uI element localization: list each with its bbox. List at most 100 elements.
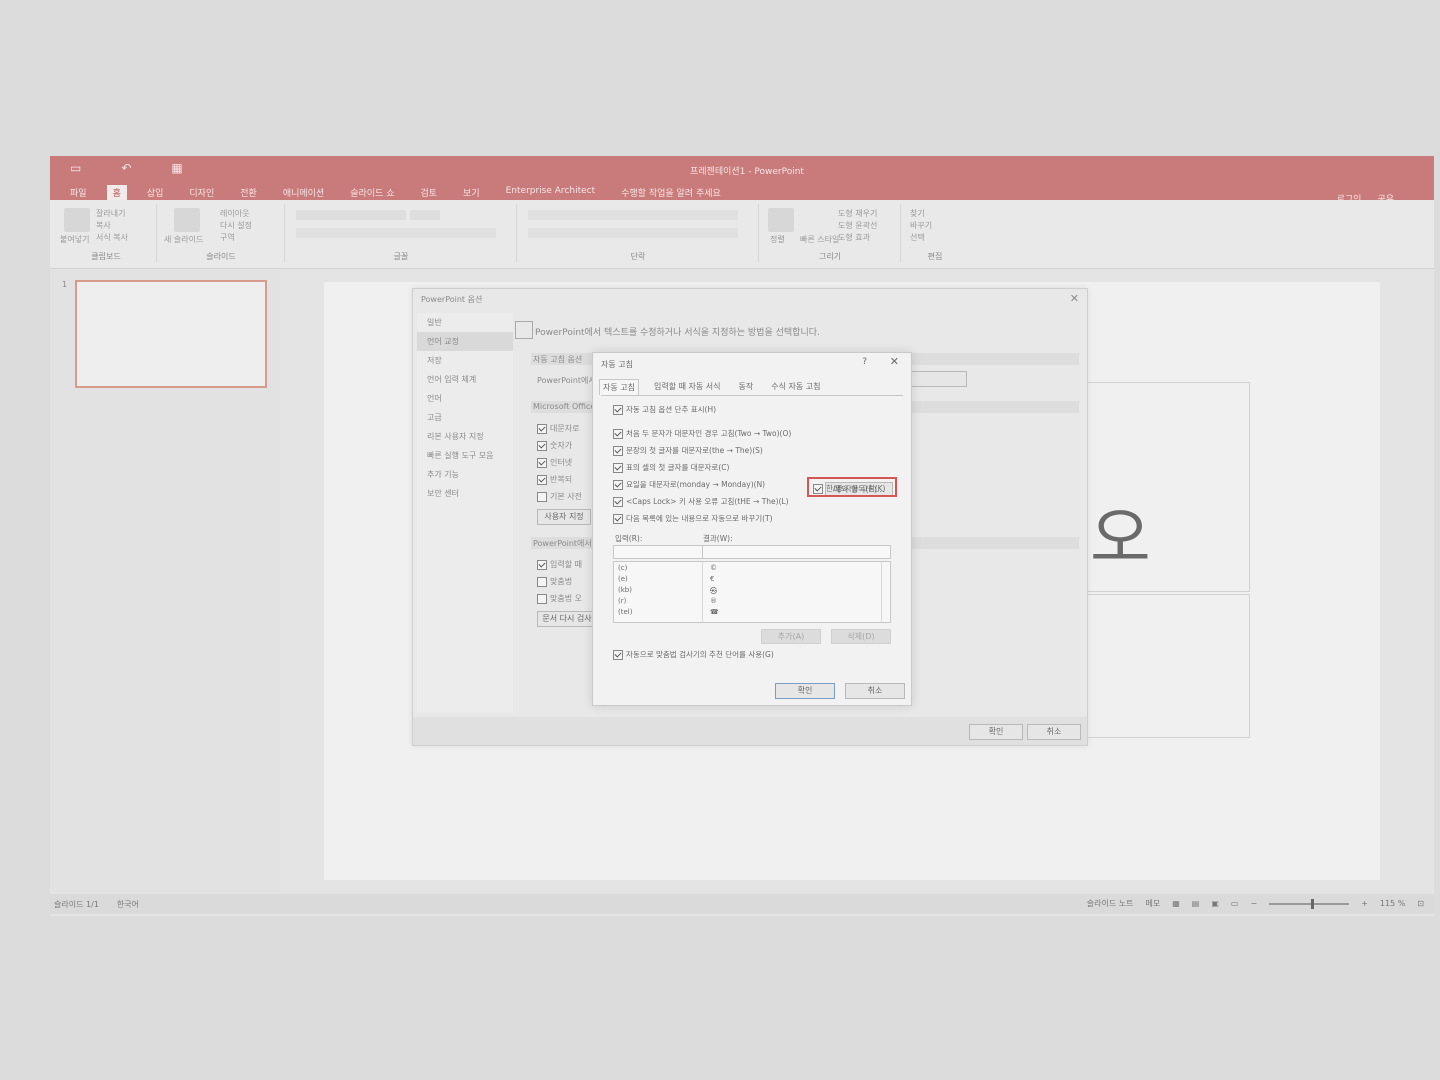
- checkbox[interactable]: [537, 440, 547, 451]
- paste-icon[interactable]: [64, 208, 90, 232]
- checkbox[interactable]: [613, 463, 623, 473]
- slide-thumbnail[interactable]: [75, 280, 267, 388]
- nav-save[interactable]: 저장: [417, 351, 513, 370]
- zoom-slider[interactable]: [1269, 898, 1350, 909]
- cut-button[interactable]: 잘라내기: [96, 208, 125, 219]
- help-icon[interactable]: ?: [862, 357, 867, 367]
- checkbox[interactable]: [613, 429, 623, 439]
- tab-autoformat-as-you-type[interactable]: 입력할 때 자동 서식: [651, 379, 724, 395]
- checkbox[interactable]: [537, 559, 547, 570]
- option-two-initial-caps[interactable]: 처음 두 문자가 대문자인 경우 고침(Two → Two)(O): [613, 428, 791, 439]
- options-cancel-button[interactable]: 취소: [1027, 724, 1081, 740]
- arrange-button[interactable]: 정렬: [770, 234, 785, 245]
- option-capitalize-table-cells[interactable]: 표의 셀의 첫 글자를 대문자로(C): [613, 462, 729, 473]
- slide-text[interactable]: 오: [1090, 506, 1151, 572]
- nav-addins[interactable]: 추가 기능: [417, 465, 513, 484]
- select-button[interactable]: 선택: [910, 232, 925, 243]
- autocorrect-ok-button[interactable]: 확인: [775, 683, 835, 699]
- checkbox[interactable]: [537, 457, 547, 468]
- tell-me-search[interactable]: 수행할 작업을 알려 주세요: [615, 185, 727, 200]
- tab-actions[interactable]: 동작: [736, 379, 757, 395]
- option-hangul-english-autocorrect[interactable]: 한/영 자동 고침(K): [813, 483, 885, 494]
- checkbox[interactable]: [613, 497, 623, 507]
- tab-review[interactable]: 검토: [414, 185, 443, 200]
- font-name-box[interactable]: [296, 210, 406, 220]
- shape-outline-button[interactable]: 도형 윤곽선: [838, 220, 877, 231]
- hangul-english-autocorrect-highlight[interactable]: 한/영 자동 고침(K): [807, 477, 897, 497]
- slide-sorter-icon[interactable]: ▤: [1192, 899, 1200, 908]
- reset-button[interactable]: 다시 설정: [220, 220, 252, 231]
- reading-view-icon[interactable]: ▣: [1211, 899, 1219, 908]
- list-scrollbar[interactable]: [881, 562, 890, 622]
- font-size-box[interactable]: [410, 210, 440, 220]
- list-item-value[interactable]: ☎: [710, 608, 719, 616]
- content-placeholder[interactable]: [1084, 594, 1250, 738]
- checkbox[interactable]: [537, 474, 547, 485]
- office-option-5[interactable]: 기본 사전: [537, 491, 582, 502]
- checkbox[interactable]: [613, 480, 623, 490]
- new-slide-button[interactable]: 새 슬라이드: [164, 234, 203, 245]
- checkbox[interactable]: [537, 491, 547, 502]
- list-item-key[interactable]: (kb): [618, 586, 632, 594]
- zoom-out-icon[interactable]: −: [1250, 899, 1257, 908]
- checkbox[interactable]: [813, 484, 823, 494]
- delete-button[interactable]: 삭제(D): [831, 629, 891, 644]
- list-item-key[interactable]: (tel): [618, 608, 632, 616]
- new-slide-icon[interactable]: [174, 208, 200, 232]
- office-option-2[interactable]: 숫자가: [537, 440, 572, 451]
- office-option-1[interactable]: 대문자로: [537, 423, 579, 434]
- tab-enterprise-architect[interactable]: Enterprise Architect: [500, 185, 602, 200]
- checkbox[interactable]: [537, 593, 547, 604]
- office-option-3[interactable]: 인터넷: [537, 457, 572, 468]
- slideshow-view-icon[interactable]: ▭: [1231, 899, 1239, 908]
- option-show-buttons[interactable]: 자동 고침 옵션 단추 표시(H): [613, 404, 716, 415]
- fit-slide-icon[interactable]: ⊡: [1417, 899, 1424, 908]
- checkbox[interactable]: [613, 650, 623, 660]
- tab-transitions[interactable]: 전환: [234, 185, 263, 200]
- arrange-icon[interactable]: [768, 208, 794, 232]
- find-button[interactable]: 찾기: [910, 208, 925, 219]
- nav-advanced[interactable]: 고급: [417, 408, 513, 427]
- zoom-level[interactable]: 115 %: [1380, 899, 1405, 908]
- nav-language[interactable]: 언어: [417, 389, 513, 408]
- replace-with-inputs[interactable]: [613, 545, 891, 559]
- save-icon[interactable]: ▭: [70, 161, 81, 175]
- close-icon[interactable]: ✕: [1070, 292, 1079, 305]
- option-capitalize-sentences[interactable]: 문장의 첫 글자를 대문자로(the → The)(S): [613, 445, 763, 456]
- list-item-key[interactable]: (e): [618, 575, 628, 583]
- notes-button[interactable]: 슬라이드 노트: [1087, 898, 1134, 909]
- format-painter-button[interactable]: 서식 복사: [96, 232, 128, 243]
- nav-trust-center[interactable]: 보안 센터: [417, 484, 513, 503]
- ppt-option-1[interactable]: 입력할 때: [537, 559, 582, 570]
- zoom-in-icon[interactable]: +: [1361, 899, 1368, 908]
- add-button[interactable]: 추가(A): [761, 629, 821, 644]
- comments-button[interactable]: 메모: [1145, 898, 1160, 909]
- normal-view-icon[interactable]: ▦: [1172, 899, 1180, 908]
- language-indicator[interactable]: 한국어: [117, 899, 139, 910]
- nav-customize-ribbon[interactable]: 리본 사용자 지정: [417, 427, 513, 446]
- copy-button[interactable]: 복사: [96, 220, 111, 231]
- paragraph-buttons[interactable]: [528, 210, 738, 220]
- nav-quick-access[interactable]: 빠른 실행 도구 모음: [417, 446, 513, 465]
- tab-design[interactable]: 디자인: [183, 185, 220, 200]
- list-item-value[interactable]: ®: [710, 597, 717, 605]
- checkbox[interactable]: [537, 423, 547, 434]
- shape-fill-button[interactable]: 도형 채우기: [838, 208, 877, 219]
- section-button[interactable]: 구역: [220, 232, 235, 243]
- nav-input-system[interactable]: 언어 입력 체계: [417, 370, 513, 389]
- checkbox[interactable]: [613, 446, 623, 456]
- alignment-buttons[interactable]: [528, 228, 738, 238]
- tab-autocorrect[interactable]: 자동 고침: [599, 379, 639, 395]
- list-item-value[interactable]: ㉿: [710, 586, 717, 596]
- custom-dictionary-button[interactable]: 사용자 지정: [537, 509, 591, 525]
- slideshow-icon[interactable]: ▦: [171, 161, 182, 175]
- font-format-buttons[interactable]: [296, 228, 496, 238]
- office-option-4[interactable]: 반복되: [537, 474, 572, 485]
- tab-home[interactable]: 홈: [106, 185, 127, 200]
- list-item-value[interactable]: ©: [710, 564, 717, 572]
- checkbox[interactable]: [613, 514, 623, 524]
- layout-button[interactable]: 레이아웃: [220, 208, 249, 219]
- undo-icon[interactable]: ↶: [121, 161, 131, 175]
- tab-math-autocorrect[interactable]: 수식 자동 고침: [768, 379, 823, 395]
- tab-view[interactable]: 보기: [457, 185, 486, 200]
